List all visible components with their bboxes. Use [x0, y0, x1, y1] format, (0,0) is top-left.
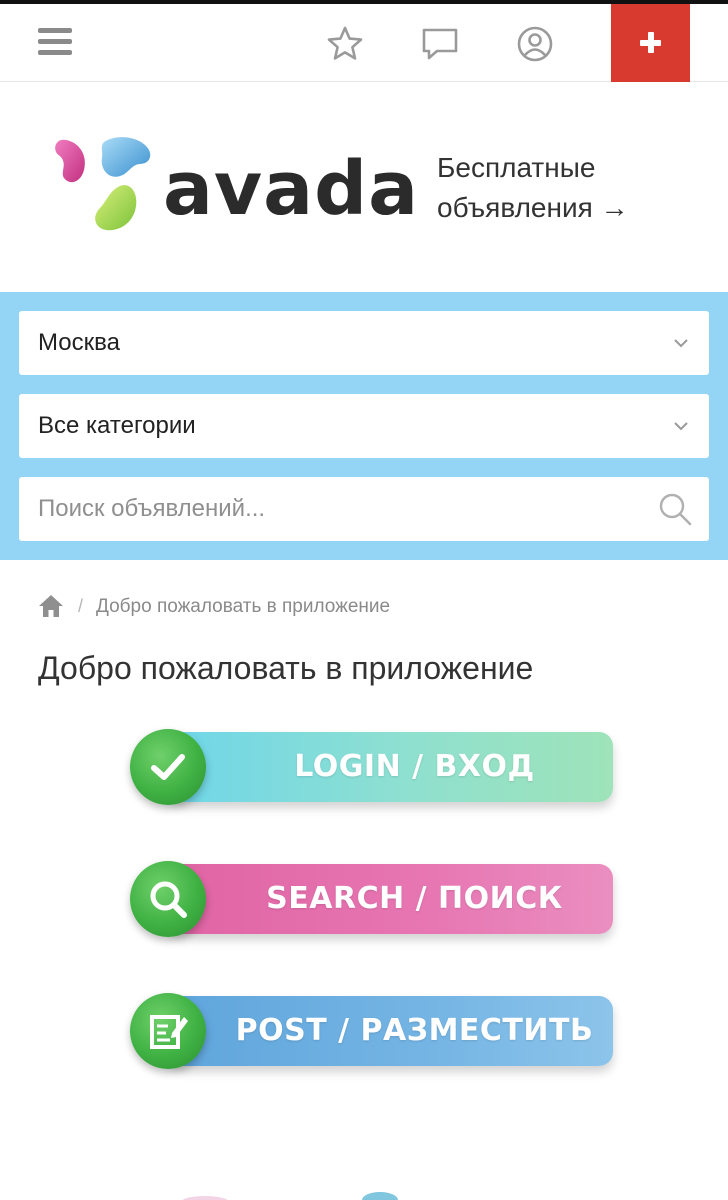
search-button-bar: SEARCH / ПОИСК — [168, 864, 613, 934]
tagline-line-2: объявления → — [437, 192, 629, 223]
avada-logo-icon[interactable] — [50, 134, 160, 238]
category-select-value: Все категории — [38, 412, 196, 439]
add-listing-button[interactable] — [611, 4, 690, 82]
breadcrumb-separator: / — [78, 596, 84, 616]
search-icon[interactable] — [657, 491, 693, 527]
search-field[interactable] — [19, 477, 709, 541]
top-bar — [0, 4, 728, 82]
decorative-shapes — [182, 1192, 398, 1200]
user-circle-icon[interactable] — [515, 24, 555, 64]
chevron-down-icon — [674, 422, 688, 431]
tagline-line-1: Бесплатные — [437, 152, 596, 183]
free-ads-link[interactable]: Бесплатные объявления → — [437, 148, 697, 228]
home-icon[interactable] — [38, 594, 64, 618]
post-button-label: POST / РАЗМЕСТИТЬ — [235, 1013, 594, 1048]
logo-area: avada Бесплатные объявления → — [0, 82, 728, 292]
chat-bubble-icon[interactable] — [420, 24, 460, 64]
category-select[interactable]: Все категории — [19, 394, 709, 458]
search-button-label: SEARCH / ПОИСК — [266, 881, 563, 916]
search-input[interactable] — [19, 477, 709, 541]
login-button[interactable]: LOGIN / ВХОД — [130, 727, 615, 807]
search-panel: Москва Все категории — [0, 292, 728, 560]
star-icon[interactable] — [325, 24, 365, 64]
post-button[interactable]: POST / РАЗМЕСТИТЬ — [130, 991, 615, 1071]
chevron-down-icon — [674, 339, 688, 348]
magnifier-icon — [130, 861, 206, 937]
search-button[interactable]: SEARCH / ПОИСК — [130, 859, 615, 939]
breadcrumb-current: Добро пожаловать в приложение — [96, 596, 391, 617]
city-select[interactable]: Москва — [19, 311, 709, 375]
logo-wordmark[interactable]: avada — [163, 144, 419, 234]
checkmark-icon — [130, 729, 206, 805]
city-select-value: Москва — [38, 329, 120, 356]
login-button-bar: LOGIN / ВХОД — [168, 732, 613, 802]
post-button-bar: POST / РАЗМЕСТИТЬ — [168, 996, 613, 1066]
page-title: Добро пожаловать в приложение — [38, 650, 534, 686]
hamburger-menu-icon[interactable] — [38, 26, 72, 58]
edit-document-icon — [130, 993, 206, 1069]
login-button-label: LOGIN / ВХОД — [294, 749, 535, 784]
